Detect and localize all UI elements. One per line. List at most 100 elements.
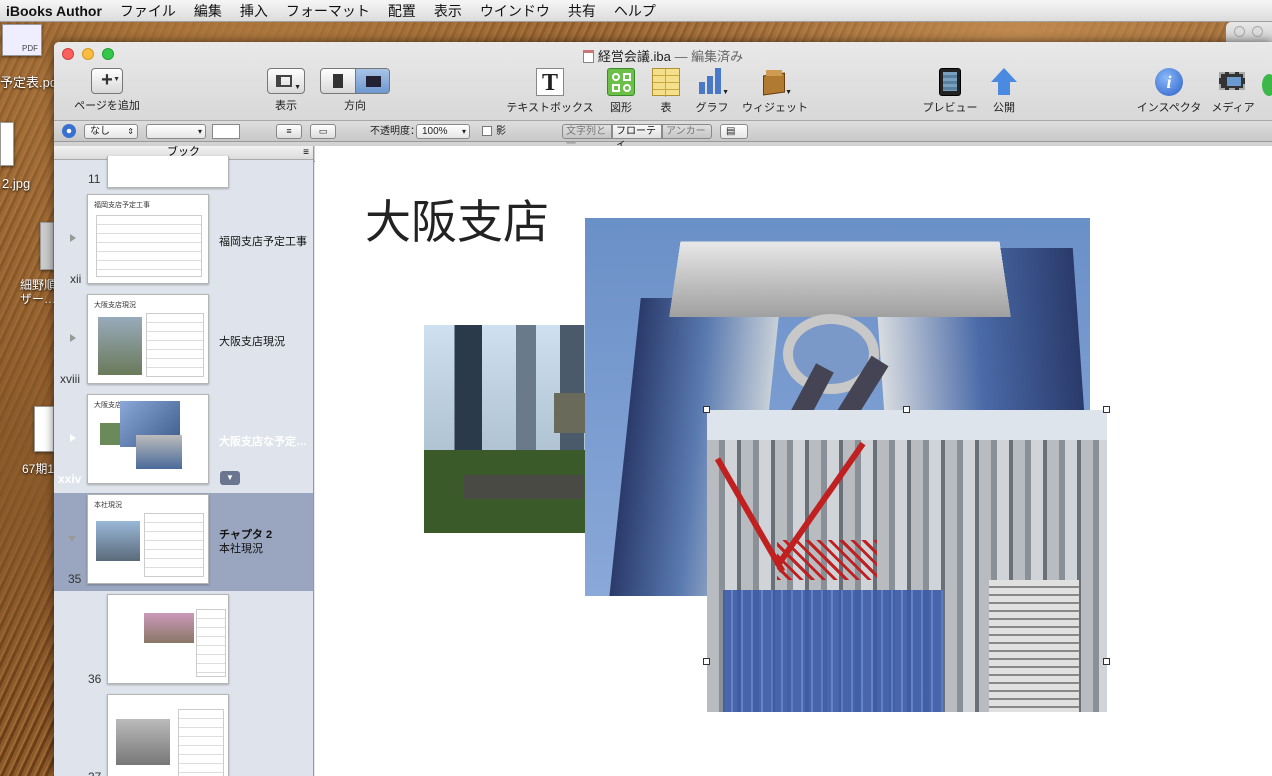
sidebar-menu-icon[interactable]: ≡ bbox=[303, 146, 309, 159]
bg-window-button-2[interactable] bbox=[1252, 26, 1263, 37]
sidebar-row-label-selected[interactable]: 大阪支店な予定… bbox=[219, 433, 307, 449]
orientation-icon bbox=[320, 68, 390, 94]
disclosure-triangle-icon[interactable] bbox=[70, 434, 76, 442]
page-thumbnail-37[interactable] bbox=[107, 694, 229, 776]
menu-bar: iBooks Author ファイル 編集 挿入 フォーマット 配置 表示 ウイ… bbox=[0, 0, 1272, 22]
desktop-sheet-icon[interactable] bbox=[34, 406, 54, 452]
orientation-label: 方向 bbox=[344, 100, 366, 112]
resize-handle-top-left[interactable] bbox=[703, 406, 710, 413]
ibooks-author-window: 経営会議.iba — 編集済み + ▼ ページを追加 ▼ 表示 方向 T テキスト… bbox=[54, 42, 1272, 776]
desktop-doc-icon[interactable] bbox=[0, 122, 14, 166]
resize-handle-top-center[interactable] bbox=[903, 406, 910, 413]
color-well[interactable] bbox=[212, 124, 240, 139]
window-title: 経営会議.iba — 編集済み bbox=[54, 46, 1272, 65]
table-label: 表 bbox=[660, 102, 672, 114]
shape-icon bbox=[607, 68, 635, 96]
window-toolbar: 経営会議.iba — 編集済み + ▼ ページを追加 ▼ 表示 方向 T テキスト… bbox=[54, 42, 1272, 162]
toolbar-overflow-icon[interactable] bbox=[1262, 74, 1272, 96]
publish-arrow-icon bbox=[990, 68, 1018, 96]
resize-handle-middle-right[interactable] bbox=[1103, 658, 1110, 665]
opacity-value: 100% bbox=[422, 126, 448, 137]
desktop-file-label-jpg[interactable]: 2.jpg bbox=[2, 176, 30, 191]
wrap-floating-segment[interactable]: フローティ bbox=[612, 124, 662, 150]
page-heading[interactable]: 大阪支店 bbox=[365, 186, 549, 252]
menu-window[interactable]: ウインドウ bbox=[480, 1, 550, 21]
view-button[interactable]: ▼ 表示 bbox=[266, 68, 306, 113]
construction-site-photo[interactable] bbox=[707, 410, 1107, 712]
text-wrap-select[interactable]: ▤ bbox=[720, 124, 748, 139]
desktop-file-label-67[interactable]: 67期1 bbox=[22, 460, 54, 477]
resize-handle-middle-left[interactable] bbox=[703, 658, 710, 665]
stroke-color-icon[interactable] bbox=[62, 124, 76, 138]
thumbnail-table bbox=[196, 609, 226, 677]
widget-label: ウィジェット bbox=[742, 102, 808, 114]
preview-button[interactable]: プレビュー bbox=[918, 68, 982, 115]
wrap-inline-segment[interactable]: 文字列と一 bbox=[562, 124, 612, 150]
menu-edit[interactable]: 編集 bbox=[194, 1, 222, 21]
menu-help[interactable]: ヘルプ bbox=[614, 1, 656, 21]
wrap-settings-button[interactable]: ≡ bbox=[276, 124, 302, 139]
menu-format[interactable]: フォーマット bbox=[286, 1, 370, 21]
page-number: xii bbox=[70, 272, 82, 286]
orientation-control[interactable]: 方向 bbox=[320, 68, 390, 113]
shadow-checkbox[interactable] bbox=[482, 126, 492, 136]
disclosure-triangle-icon[interactable] bbox=[70, 234, 76, 242]
disclosure-triangle-icon[interactable] bbox=[68, 536, 76, 542]
page-thumbnail-xviii[interactable]: 大阪支店現況 bbox=[87, 294, 209, 384]
shape-button[interactable]: 図形 bbox=[604, 68, 638, 115]
bg-window-button[interactable] bbox=[1234, 26, 1245, 37]
desktop-book-icon[interactable] bbox=[40, 222, 54, 270]
portrait-icon[interactable] bbox=[321, 69, 356, 93]
page-thumbnail-35[interactable]: 本社現況 bbox=[87, 494, 209, 584]
media-button[interactable]: メディア bbox=[1208, 68, 1258, 115]
frame-button[interactable]: ▭ bbox=[310, 124, 336, 139]
row-options-button[interactable]: ▼ bbox=[220, 471, 240, 485]
menu-file[interactable]: ファイル bbox=[120, 1, 176, 21]
page-thumbnail-xii[interactable]: 福岡支店予定工事 bbox=[87, 194, 209, 284]
menu-app-name[interactable]: iBooks Author bbox=[6, 3, 102, 19]
bridge-top bbox=[669, 241, 1011, 317]
page-number: 35 bbox=[68, 572, 82, 586]
table-button[interactable]: 表 bbox=[650, 68, 682, 115]
thumbnail-photo bbox=[96, 521, 140, 561]
page-thumbnail-11[interactable] bbox=[107, 156, 229, 188]
info-icon: i bbox=[1155, 68, 1183, 96]
desktop-file-label-yoteihyo[interactable]: 予定表.pdf bbox=[0, 72, 61, 91]
publish-button[interactable]: 公開 bbox=[984, 68, 1024, 115]
resize-handle-top-right[interactable] bbox=[1103, 406, 1110, 413]
inspector-button[interactable]: i インスペクタ bbox=[1134, 68, 1204, 115]
thumbnail-photo bbox=[116, 719, 170, 765]
page-canvas[interactable]: 大阪支店 bbox=[315, 146, 1272, 776]
chart-label: グラフ bbox=[695, 102, 729, 114]
landscape-icon[interactable] bbox=[355, 69, 389, 93]
opacity-label: 不透明度： bbox=[370, 126, 420, 137]
menu-arrange[interactable]: 配置 bbox=[388, 1, 416, 21]
page-thumbnail-36[interactable] bbox=[107, 594, 229, 684]
sidebar-row-label[interactable]: 福岡支店予定工事 bbox=[219, 233, 307, 249]
page-thumbnail-xxiv[interactable]: 大阪支店 bbox=[87, 394, 209, 484]
fill-select[interactable]: なし ⇕ bbox=[84, 124, 138, 139]
chart-button[interactable]: ▼ グラフ bbox=[690, 68, 734, 115]
widget-button[interactable]: ▼ ウィジェット bbox=[740, 68, 810, 115]
disclosure-triangle-icon[interactable] bbox=[70, 334, 76, 342]
page-number: 36 bbox=[88, 672, 102, 686]
chapter-sublabel[interactable]: 本社現況 bbox=[219, 540, 263, 556]
wrap-anchor-segment[interactable]: アンカー bbox=[662, 124, 712, 139]
thumbnail-table bbox=[144, 513, 204, 577]
desktop-file-label-hosono[interactable]: 細野順 ザー… bbox=[20, 278, 56, 306]
line-style-select[interactable]: ▾ bbox=[146, 124, 206, 139]
desktop-pdf-icon[interactable]: PDF bbox=[2, 24, 42, 56]
menu-view[interactable]: 表示 bbox=[434, 1, 462, 21]
media-label: メディア bbox=[1211, 102, 1255, 114]
crane-arm-2 bbox=[714, 457, 786, 573]
opacity-select[interactable]: 100% ▾ bbox=[416, 124, 470, 139]
thumbnail-photo bbox=[136, 435, 182, 469]
osaka-castle-photo[interactable] bbox=[424, 325, 594, 533]
menu-share[interactable]: 共有 bbox=[568, 1, 596, 21]
menu-insert[interactable]: 挿入 bbox=[240, 1, 268, 21]
textbox-button[interactable]: T テキストボックス bbox=[504, 68, 596, 115]
scaffolding bbox=[723, 590, 943, 712]
thumbnail-photo bbox=[144, 613, 194, 643]
add-page-button[interactable]: + ▼ ページを追加 bbox=[72, 68, 142, 113]
sidebar-row-label[interactable]: 大阪支店現況 bbox=[219, 333, 285, 349]
